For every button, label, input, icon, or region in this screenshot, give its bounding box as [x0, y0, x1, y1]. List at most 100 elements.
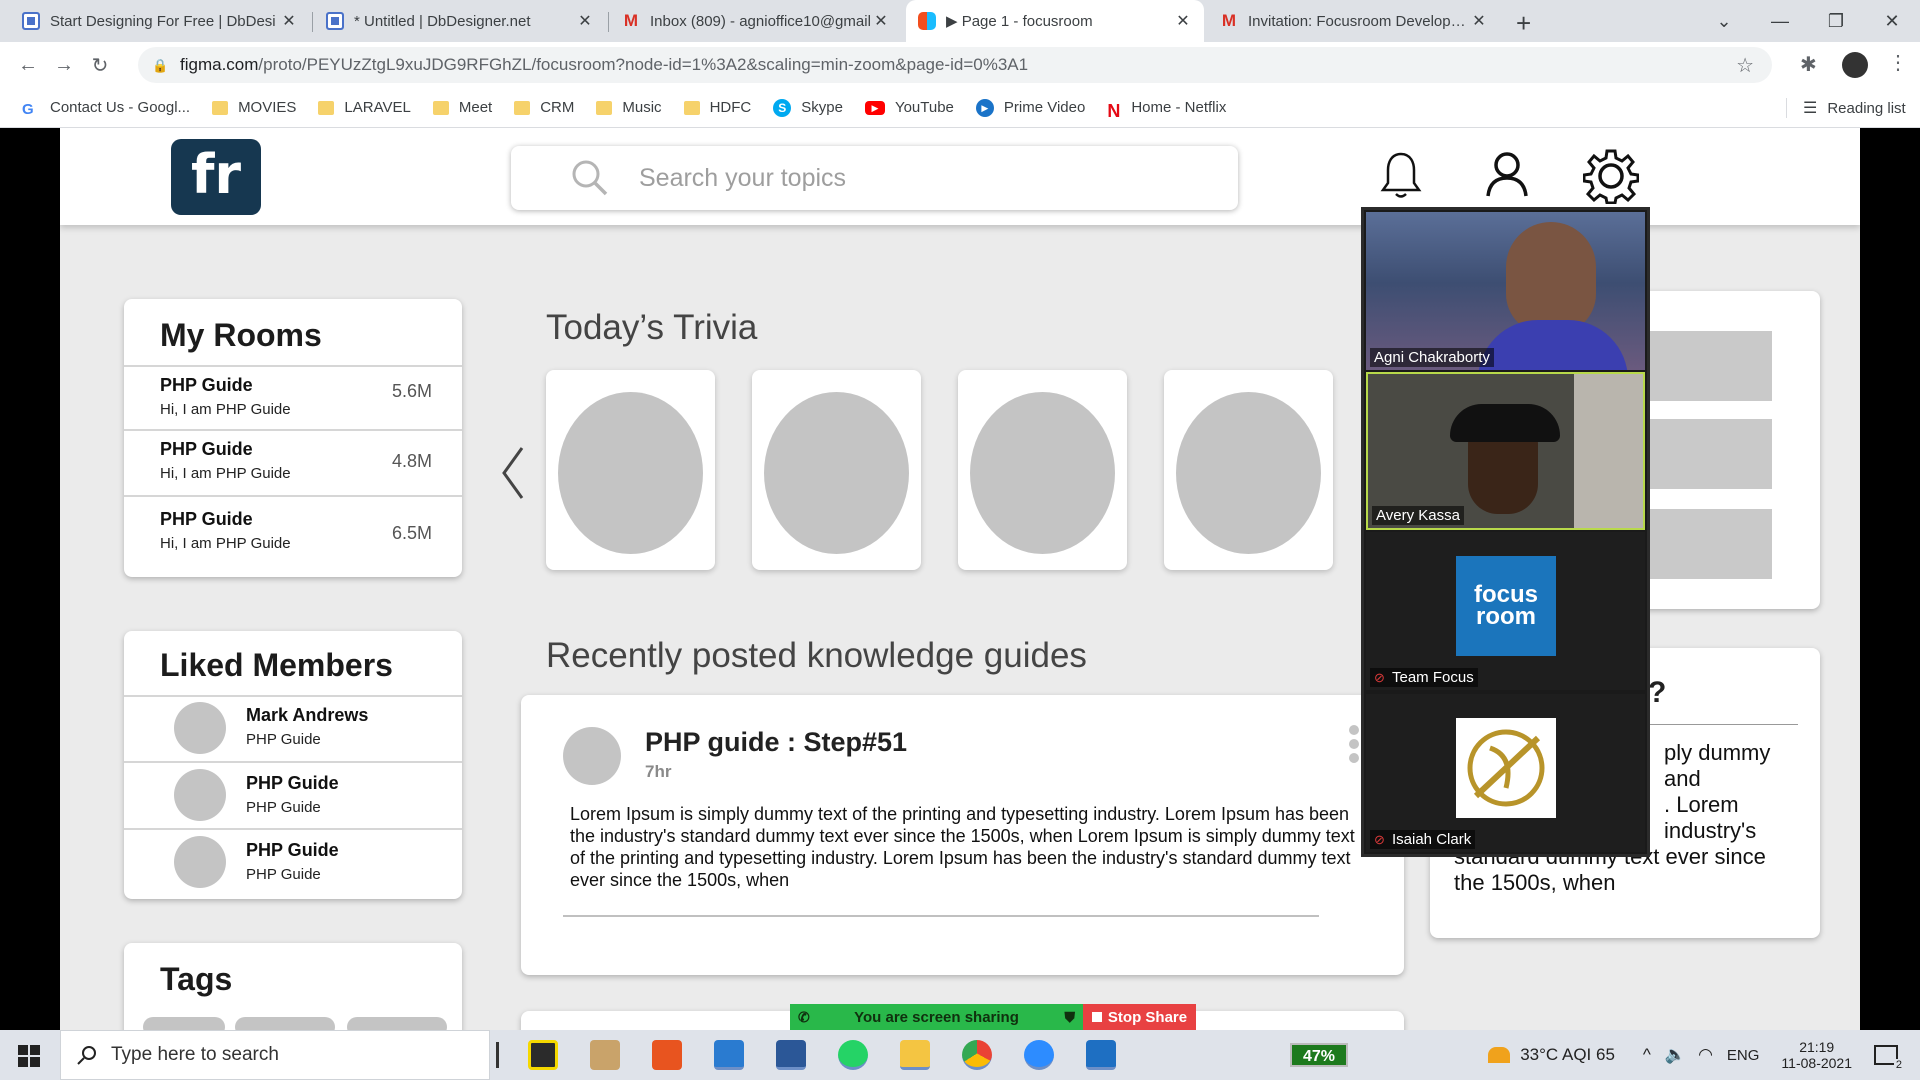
chrome-icon[interactable] — [962, 1040, 992, 1070]
bookmark-item[interactable]: S Skype — [773, 98, 843, 117]
room-count: 4.8M — [391, 451, 432, 471]
participant-tile[interactable]: focus room ⊘ Team Focus — [1366, 532, 1645, 690]
bookmark-label: CRM — [540, 99, 575, 116]
close-tab-icon[interactable]: ✕ — [1470, 11, 1488, 31]
room-title: PHP Guide — [160, 509, 253, 529]
tag-chip[interactable] — [235, 1017, 335, 1030]
bookmark-item[interactable]: MOVIES — [212, 99, 296, 116]
search-input[interactable]: Search your topics — [511, 146, 1238, 210]
user-icon[interactable] — [1485, 150, 1529, 198]
bookmark-item[interactable]: CRM — [514, 99, 574, 116]
trivia-card[interactable] — [958, 370, 1127, 570]
participant-video-active[interactable]: Avery Kassa — [1366, 372, 1645, 530]
search-placeholder: Search your topics — [639, 163, 847, 192]
back-icon[interactable]: ← — [10, 54, 46, 77]
close-tab-icon[interactable]: ✕ — [872, 11, 890, 31]
right-card-text: industry's — [1664, 818, 1757, 843]
participant-avatar — [1456, 718, 1556, 818]
trivia-card[interactable] — [1164, 370, 1333, 570]
taskbar-search-input[interactable]: Type here to search — [60, 1030, 490, 1080]
tab-search-icon[interactable]: ⌄ — [1696, 11, 1752, 32]
browser-tab-active[interactable]: ▶ Page 1 - focusroom ✕ — [906, 0, 1204, 42]
volume-icon[interactable]: 🔈 — [1665, 1045, 1686, 1065]
word-icon[interactable] — [776, 1040, 806, 1070]
member-item[interactable]: Mark Andrews PHP Guide — [124, 695, 462, 761]
photos-icon[interactable] — [1086, 1040, 1116, 1070]
gear-icon[interactable] — [1583, 148, 1639, 204]
presentation-app-icon[interactable] — [652, 1040, 682, 1070]
guide-post-card[interactable]: PHP guide : Step#51 7hr Lorem Ipsum is s… — [521, 695, 1404, 975]
forward-icon[interactable]: → — [46, 54, 82, 77]
whatsapp-icon[interactable] — [838, 1040, 868, 1070]
minimize-icon[interactable]: — — [1752, 11, 1808, 32]
windows-start-icon[interactable] — [18, 1045, 40, 1067]
more-options-icon[interactable] — [1349, 725, 1359, 763]
reading-list[interactable]: ☰ Reading list — [1786, 98, 1906, 118]
zoom-icon[interactable] — [1024, 1040, 1054, 1070]
participant-tile[interactable]: ⊘ Isaiah Clark — [1366, 694, 1645, 852]
chevron-up-icon[interactable]: ^ — [1643, 1045, 1651, 1065]
language-indicator[interactable]: ENG — [1727, 1047, 1760, 1064]
bookmark-item[interactable]: Music — [596, 99, 662, 116]
placeholder-block — [1632, 331, 1772, 401]
sticky-notes-icon[interactable] — [528, 1040, 558, 1070]
url-field[interactable]: 🔒 figma.com/proto/PEYUzZtgL9xuJDG9RFGhZL… — [138, 47, 1772, 83]
drag-handle-icon[interactable]: ✆ — [798, 1009, 810, 1026]
close-tab-icon[interactable]: ✕ — [1174, 11, 1192, 31]
room-item[interactable]: PHP Guide Hi, I am PHP Guide 6.5M — [124, 495, 462, 575]
browser-tab[interactable]: * Untitled | DbDesigner.net ✕ — [314, 0, 606, 42]
room-count: 5.6M — [391, 381, 432, 401]
bookmark-item[interactable]: Meet — [432, 99, 493, 116]
maximize-icon[interactable]: ❐ — [1808, 11, 1864, 32]
reload-icon[interactable]: ↻ — [82, 53, 118, 78]
bookmark-label: Contact Us - Googl... — [50, 99, 191, 116]
trivia-card[interactable] — [752, 370, 921, 570]
battery-indicator[interactable]: 47% — [1290, 1043, 1348, 1067]
bookmark-item[interactable]: N Home - Netflix — [1107, 99, 1226, 121]
chevron-left-icon[interactable] — [500, 446, 526, 500]
bookmark-item[interactable]: HDFC — [683, 99, 751, 116]
tag-chip[interactable] — [143, 1017, 225, 1030]
liked-members-card: Liked Members Mark Andrews PHP Guide PHP… — [124, 631, 462, 899]
trivia-card[interactable] — [546, 370, 715, 570]
notification-center-icon[interactable]: 2 — [1874, 1045, 1904, 1071]
extensions-icon[interactable]: ✱ — [1800, 52, 1817, 77]
clock[interactable]: 21:19 11-08-2021 — [1781, 1039, 1852, 1071]
bookmark-item[interactable]: G Contact Us - Googl... — [22, 99, 191, 118]
trivia-image — [558, 392, 703, 554]
close-tab-icon[interactable]: ✕ — [280, 11, 298, 31]
browser-tab[interactable]: M Invitation: Focusroom Developme ✕ — [1208, 0, 1500, 42]
youtube-icon: ▶ — [864, 100, 885, 115]
new-tab-icon[interactable]: + — [1516, 8, 1531, 39]
profile-avatar[interactable] — [1842, 52, 1868, 78]
archive-app-icon[interactable] — [590, 1040, 620, 1070]
stop-share-button[interactable]: Stop Share — [1083, 1004, 1196, 1030]
bookmark-item[interactable]: ▶ YouTube — [864, 99, 954, 116]
close-tab-icon[interactable]: ✕ — [576, 11, 594, 31]
browser-tab[interactable]: Start Designing For Free | DbDesi ✕ — [10, 0, 310, 42]
close-window-icon[interactable]: ✕ — [1864, 11, 1920, 32]
file-explorer-icon[interactable] — [900, 1040, 930, 1070]
sharing-label: You are screen sharing — [854, 1008, 1019, 1026]
bookmark-label: Meet — [458, 99, 493, 116]
room-item[interactable]: PHP Guide Hi, I am PHP Guide 4.8M — [124, 429, 462, 495]
weather-label[interactable]: 33°C AQI 65 — [1520, 1045, 1615, 1065]
menu-icon[interactable]: ⋮ — [1888, 50, 1908, 75]
bookmark-item[interactable]: ▶ Prime Video — [975, 98, 1085, 117]
focusroom-logo[interactable]: fr — [171, 139, 261, 215]
browser-tab[interactable]: M Inbox (809) - agnioffice10@gmail ✕ — [610, 0, 902, 42]
task-view-icon[interactable] — [496, 1042, 499, 1068]
weather-icon[interactable] — [1488, 1047, 1511, 1063]
stop-icon — [1091, 1012, 1102, 1022]
member-item[interactable]: PHP Guide PHP Guide — [124, 761, 462, 828]
tag-chip[interactable] — [347, 1017, 447, 1030]
wifi-icon[interactable]: ◠ — [1698, 1045, 1713, 1065]
member-item[interactable]: PHP Guide PHP Guide — [124, 828, 462, 898]
vscode-icon[interactable] — [714, 1040, 744, 1070]
bell-icon[interactable] — [1380, 150, 1422, 200]
right-card-text: ply dummy — [1664, 740, 1771, 765]
participant-video[interactable]: Agni Chakraborty — [1366, 212, 1645, 370]
bookmark-star-icon[interactable]: ☆ — [1736, 53, 1754, 78]
room-item[interactable]: PHP Guide Hi, I am PHP Guide 5.6M — [124, 365, 462, 429]
bookmark-item[interactable]: LARAVEL — [318, 99, 411, 116]
